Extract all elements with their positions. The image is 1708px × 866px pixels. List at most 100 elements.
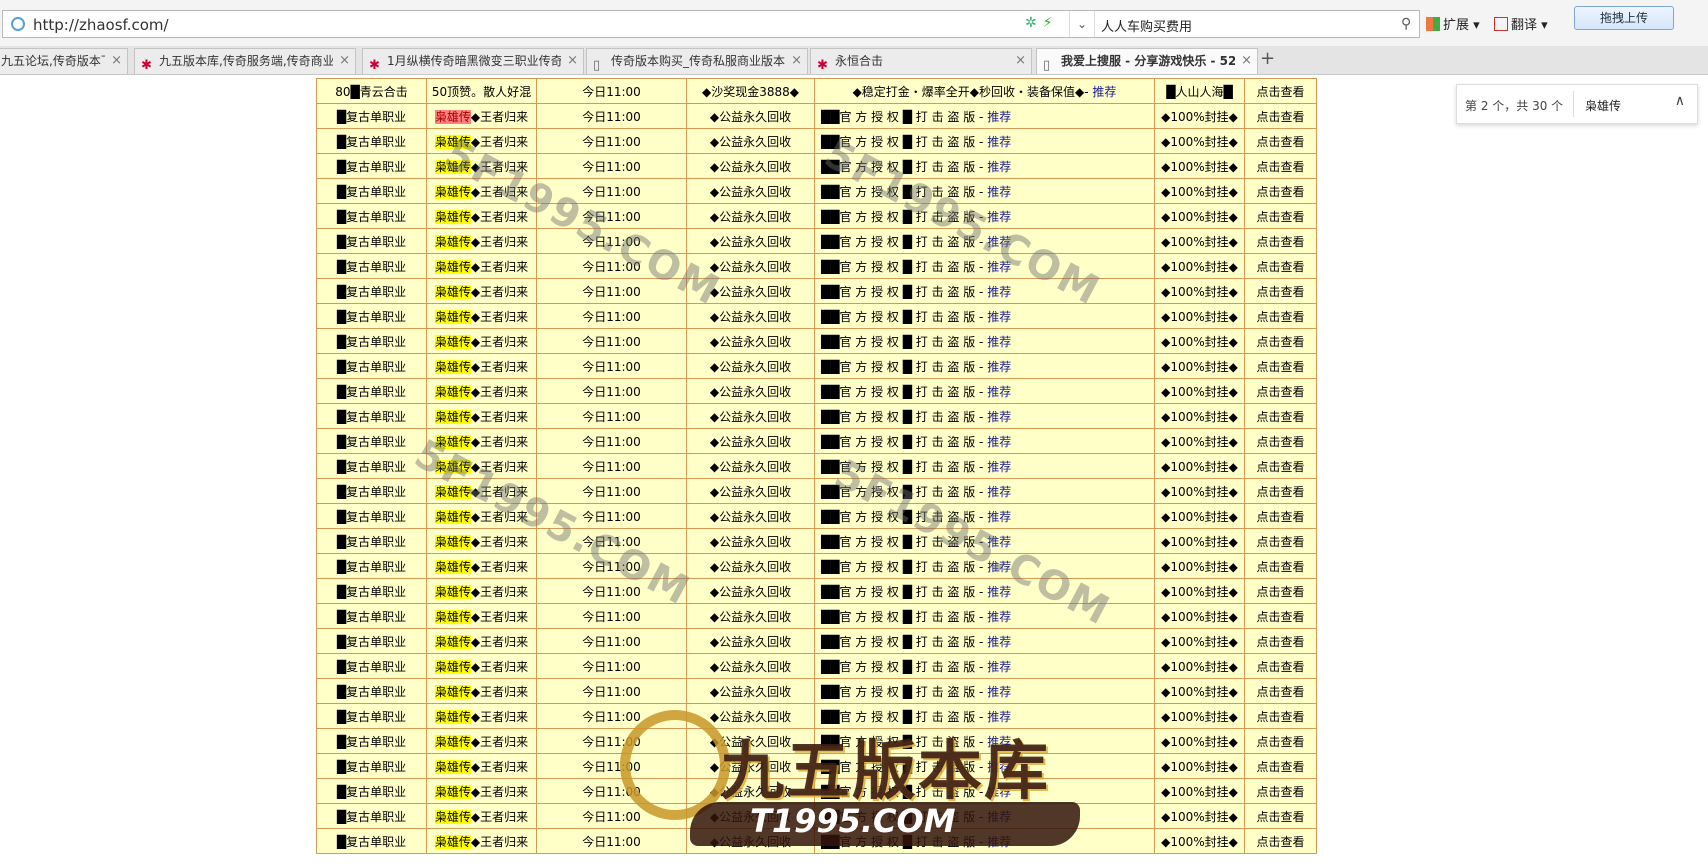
recommend-link[interactable]: 推荐 [987, 210, 1011, 224]
view-cell[interactable]: 点击查看 [1244, 828, 1317, 854]
search-input[interactable]: 人人车购买费用 [1101, 16, 1192, 35]
server-name-cell[interactable]: █复古单职业 [316, 103, 427, 129]
recommend-link[interactable]: 推荐 [987, 260, 1011, 274]
server-name-cell[interactable]: █复古单职业 [316, 328, 427, 354]
view-cell[interactable]: 点击查看 [1244, 578, 1317, 604]
url-dropdown-icon[interactable]: ⌄ [1069, 11, 1095, 37]
view-cell[interactable]: 点击查看 [1244, 528, 1317, 554]
recommend-link[interactable]: 推荐 [987, 685, 1011, 699]
server-name-cell[interactable]: █复古单职业 [316, 603, 427, 629]
close-icon[interactable]: × [339, 49, 350, 73]
desc-cell[interactable]: ██官 方 授 权 █ 打 击 盗 版 - 推荐 [814, 628, 1155, 654]
server-name-cell[interactable]: █复古单职业 [316, 253, 427, 279]
recommend-link[interactable]: 推荐 [987, 310, 1011, 324]
recommend-link[interactable]: 推荐 [987, 160, 1011, 174]
view-cell[interactable]: 点击查看 [1244, 778, 1317, 804]
server-name-cell[interactable]: █复古单职业 [316, 378, 427, 404]
upload-button[interactable]: 拖拽上传 [1574, 6, 1674, 30]
new-tab-button[interactable]: + [1260, 48, 1275, 69]
recommend-link[interactable]: 推荐 [987, 635, 1011, 649]
view-cell[interactable]: 点击查看 [1244, 553, 1317, 579]
recommend-link[interactable]: 推荐 [1092, 85, 1116, 99]
server-name-cell[interactable]: █复古单职业 [316, 278, 427, 304]
close-icon[interactable]: × [791, 49, 802, 73]
view-cell[interactable]: 点击查看 [1244, 153, 1317, 179]
recommend-link[interactable]: 推荐 [987, 810, 1011, 824]
url-status-icons[interactable]: ✲ ⚡ [1025, 15, 1053, 31]
recommend-link[interactable]: 推荐 [987, 135, 1011, 149]
recommend-link[interactable]: 推荐 [987, 760, 1011, 774]
view-cell[interactable]: 点击查看 [1244, 503, 1317, 529]
desc-cell[interactable]: ██官 方 授 权 █ 打 击 盗 版 - 推荐 [814, 303, 1155, 329]
view-cell[interactable]: 点击查看 [1244, 378, 1317, 404]
speed-icon[interactable]: ⚡ [1043, 15, 1053, 31]
find-input[interactable]: 枭雄传 [1585, 97, 1621, 114]
desc-cell[interactable]: ██官 方 授 权 █ 打 击 盗 版 - 推荐 [814, 503, 1155, 529]
view-cell[interactable]: 点击查看 [1244, 128, 1317, 154]
server-name-cell[interactable]: █复古单职业 [316, 528, 427, 554]
view-cell[interactable]: 点击查看 [1244, 628, 1317, 654]
desc-cell[interactable]: ██官 方 授 权 █ 打 击 盗 版 - 推荐 [814, 378, 1155, 404]
view-cell[interactable]: 点击查看 [1244, 253, 1317, 279]
server-name-cell[interactable]: █复古单职业 [316, 178, 427, 204]
server-name-cell[interactable]: █复古单职业 [316, 453, 427, 479]
view-cell[interactable]: 点击查看 [1244, 328, 1317, 354]
desc-cell[interactable]: ██官 方 授 权 █ 打 击 盗 版 - 推荐 [814, 453, 1155, 479]
desc-cell[interactable]: ██官 方 授 权 █ 打 击 盗 版 - 推荐 [814, 253, 1155, 279]
desc-cell[interactable]: ██官 方 授 权 █ 打 击 盗 版 - 推荐 [814, 778, 1155, 804]
recommend-link[interactable]: 推荐 [987, 360, 1011, 374]
view-cell[interactable]: 点击查看 [1244, 703, 1317, 729]
desc-cell[interactable]: ██官 方 授 权 █ 打 击 盗 版 - 推荐 [814, 403, 1155, 429]
recommend-link[interactable]: 推荐 [987, 285, 1011, 299]
server-name-cell[interactable]: █复古单职业 [316, 753, 427, 779]
desc-cell[interactable]: ◆稳定打金・爆率全开◆秒回收・装备保值◆- 推荐 [814, 78, 1155, 104]
recommend-link[interactable]: 推荐 [987, 735, 1011, 749]
chevron-up-icon[interactable]: ∧ [1675, 93, 1685, 109]
server-name-cell[interactable]: █复古单职业 [316, 703, 427, 729]
view-cell[interactable]: 点击查看 [1244, 803, 1317, 829]
recommend-link[interactable]: 推荐 [987, 485, 1011, 499]
recommend-link[interactable]: 推荐 [987, 535, 1011, 549]
desc-cell[interactable]: ██官 方 授 权 █ 打 击 盗 版 - 推荐 [814, 128, 1155, 154]
extensions-button[interactable]: 扩展 ▾ [1426, 14, 1480, 33]
view-cell[interactable]: 点击查看 [1244, 653, 1317, 679]
server-name-cell[interactable]: 80█青云合击 [316, 78, 427, 104]
desc-cell[interactable]: ██官 方 授 权 █ 打 击 盗 版 - 推荐 [814, 528, 1155, 554]
server-name-cell[interactable]: █复古单职业 [316, 553, 427, 579]
recommend-link[interactable]: 推荐 [987, 435, 1011, 449]
recommend-link[interactable]: 推荐 [987, 660, 1011, 674]
recommend-link[interactable]: 推荐 [987, 710, 1011, 724]
server-name-cell[interactable]: █复古单职业 [316, 203, 427, 229]
desc-cell[interactable]: ██官 方 授 权 █ 打 击 盗 版 - 推荐 [814, 603, 1155, 629]
desc-cell[interactable]: ██官 方 授 权 █ 打 击 盗 版 - 推荐 [814, 478, 1155, 504]
desc-cell[interactable]: ██官 方 授 权 █ 打 击 盗 版 - 推荐 [814, 728, 1155, 754]
view-cell[interactable]: 点击查看 [1244, 278, 1317, 304]
desc-cell[interactable]: ██官 方 授 权 █ 打 击 盗 版 - 推荐 [814, 203, 1155, 229]
recommend-link[interactable]: 推荐 [987, 335, 1011, 349]
url-input[interactable]: http://zhaosf.com/ ✲ ⚡ ⌄ 人人车购买费用 ⚲ [2, 10, 1420, 38]
tab-2[interactable]: ✱ 1月纵横传奇暗黑微变三职业传奇 × [362, 48, 584, 74]
recommend-link[interactable]: 推荐 [987, 460, 1011, 474]
server-name-cell[interactable]: █复古单职业 [316, 428, 427, 454]
server-name-cell[interactable]: █复古单职业 [316, 578, 427, 604]
view-cell[interactable]: 点击查看 [1244, 478, 1317, 504]
desc-cell[interactable]: ██官 方 授 权 █ 打 击 盗 版 - 推荐 [814, 653, 1155, 679]
server-name-cell[interactable]: █复古单职业 [316, 478, 427, 504]
view-cell[interactable]: 点击查看 [1244, 203, 1317, 229]
recommend-link[interactable]: 推荐 [987, 610, 1011, 624]
close-icon[interactable]: × [567, 49, 578, 73]
close-icon[interactable]: × [111, 49, 122, 73]
view-cell[interactable]: 点击查看 [1244, 403, 1317, 429]
recommend-link[interactable]: 推荐 [987, 410, 1011, 424]
server-name-cell[interactable]: █复古单职业 [316, 353, 427, 379]
tab-4[interactable]: ✱ 永恒合击 × [810, 48, 1032, 74]
tab-3[interactable]: ▯ 传奇版本购买_传奇私服商业版本 × [586, 48, 808, 74]
refresh-icon[interactable]: ✲ [1025, 15, 1037, 31]
recommend-link[interactable]: 推荐 [987, 385, 1011, 399]
translate-button[interactable]: 翻译 ▾ [1494, 14, 1548, 33]
close-icon[interactable]: × [1241, 49, 1252, 73]
desc-cell[interactable]: ██官 方 授 权 █ 打 击 盗 版 - 推荐 [814, 803, 1155, 829]
recommend-link[interactable]: 推荐 [987, 835, 1011, 849]
desc-cell[interactable]: ██官 方 授 权 █ 打 击 盗 版 - 推荐 [814, 103, 1155, 129]
desc-cell[interactable]: ██官 方 授 权 █ 打 击 盗 版 - 推荐 [814, 753, 1155, 779]
